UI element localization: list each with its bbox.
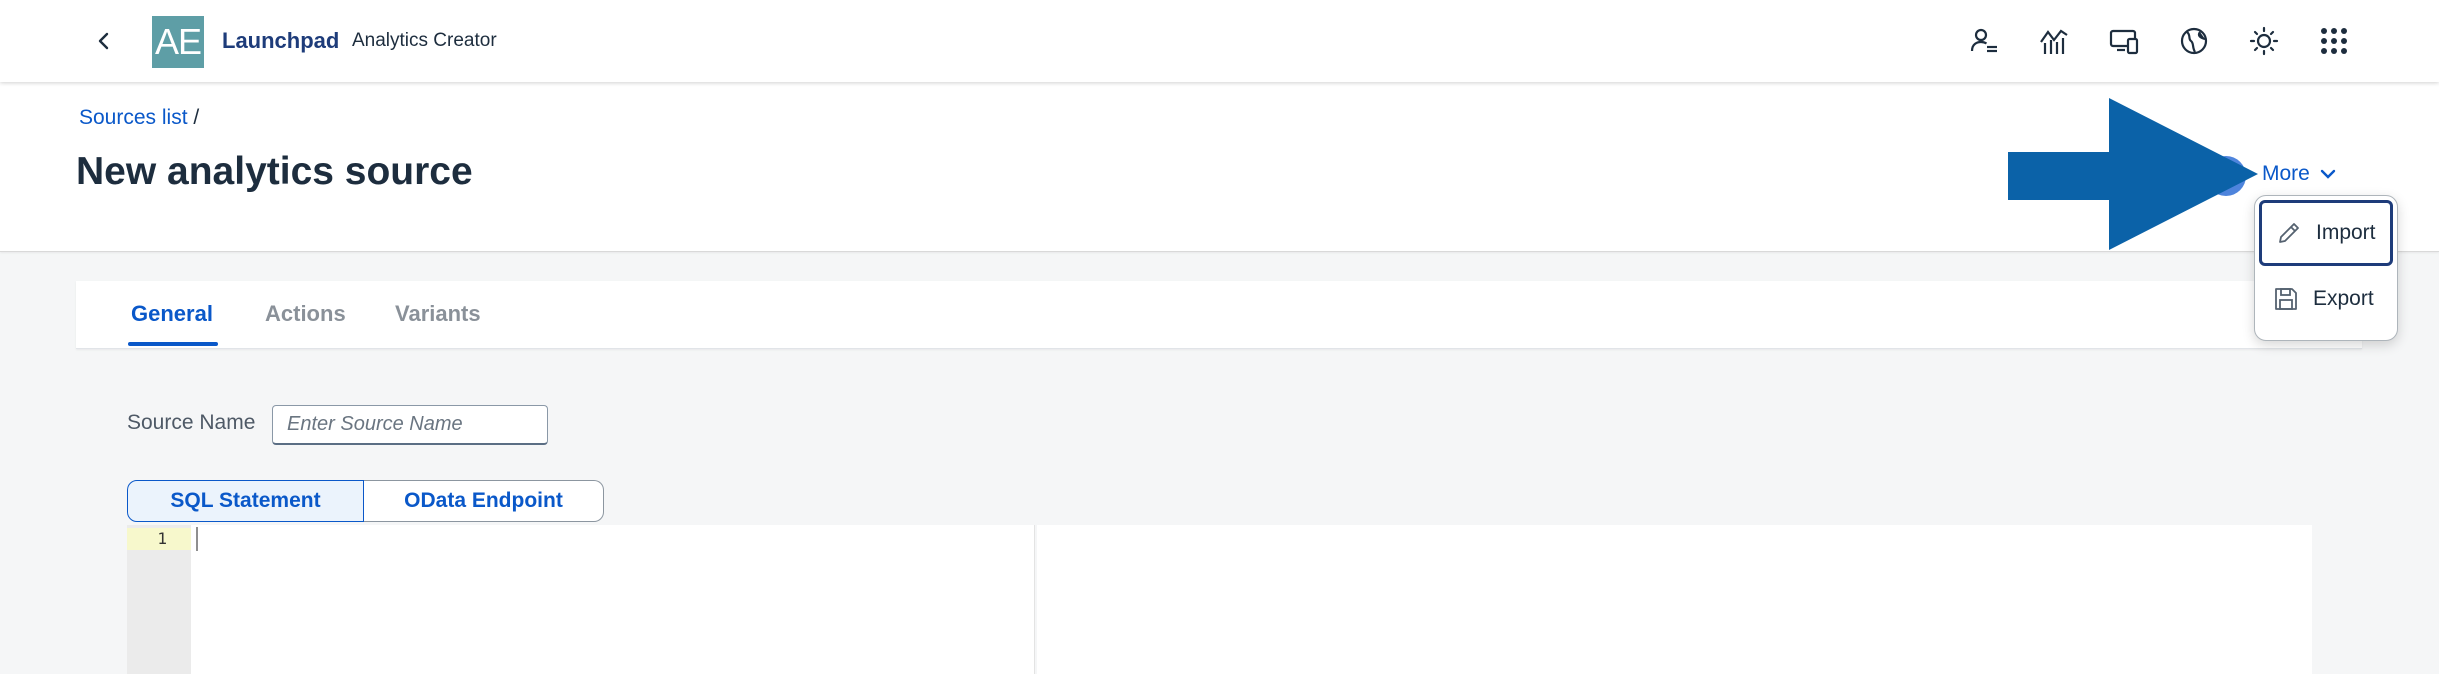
arrow-annotation-icon <box>2008 98 2258 250</box>
app-logo[interactable]: AE <box>152 16 204 68</box>
text-cursor <box>196 527 198 551</box>
page-title: New analytics source <box>76 150 473 193</box>
breadcrumb-sources-list-link[interactable]: Sources list <box>79 106 188 129</box>
menu-item-label: Export <box>2313 287 2374 310</box>
analytics-button[interactable] <box>2034 21 2074 61</box>
pencil-icon <box>2279 223 2299 243</box>
shell-bar: AE Launchpad Analytics Creator <box>0 0 2439 82</box>
more-button[interactable]: More <box>2262 156 2336 192</box>
sql-statement-option[interactable]: SQL Statement <box>127 480 364 522</box>
user-list-button[interactable] <box>1964 21 2004 61</box>
analytics-chart-icon <box>2040 29 2068 54</box>
editor-gutter: 1 <box>127 525 191 674</box>
globe-icon <box>2180 27 2208 55</box>
tab-general[interactable]: General <box>131 301 213 327</box>
chevron-left-icon <box>98 32 109 50</box>
product-name[interactable]: Launchpad <box>222 28 339 54</box>
language-button[interactable] <box>2174 21 2214 61</box>
back-button[interactable] <box>88 25 120 57</box>
breadcrumb-separator: / <box>193 106 200 129</box>
devices-button[interactable] <box>2104 21 2144 61</box>
menu-item-label: Import <box>2316 221 2376 244</box>
breadcrumb: Sources list / <box>79 106 199 130</box>
menu-item-import[interactable]: Import <box>2259 200 2393 266</box>
tab-bar: General Actions Variants <box>76 281 2362 349</box>
theme-sun-icon <box>2249 26 2279 56</box>
devices-icon <box>2109 29 2139 55</box>
line-number: 1 <box>127 528 191 550</box>
more-button-label: More <box>2262 162 2310 185</box>
chevron-down-icon <box>2320 169 2336 179</box>
preview-panel <box>1037 525 2312 674</box>
user-list-icon <box>1970 28 1997 53</box>
app-grid-button[interactable] <box>2314 21 2354 61</box>
menu-item-export[interactable]: Export <box>2259 266 2393 332</box>
odata-endpoint-option[interactable]: OData Endpoint <box>364 480 604 522</box>
app-grid-icon <box>2321 28 2347 54</box>
app-subtitle: Analytics Creator <box>352 30 497 51</box>
source-name-label: Source Name <box>127 411 256 434</box>
sql-code-editor[interactable]: 1 <box>127 525 1035 674</box>
more-dropdown-menu: Import Export <box>2254 195 2398 341</box>
source-name-input[interactable] <box>272 405 548 445</box>
source-type-segmented-button: SQL Statement OData Endpoint <box>127 480 604 522</box>
save-icon <box>2275 288 2297 310</box>
active-tab-indicator <box>128 342 218 346</box>
tab-actions[interactable]: Actions <box>265 301 346 327</box>
tab-variants[interactable]: Variants <box>395 301 481 327</box>
theme-button[interactable] <box>2244 21 2284 61</box>
